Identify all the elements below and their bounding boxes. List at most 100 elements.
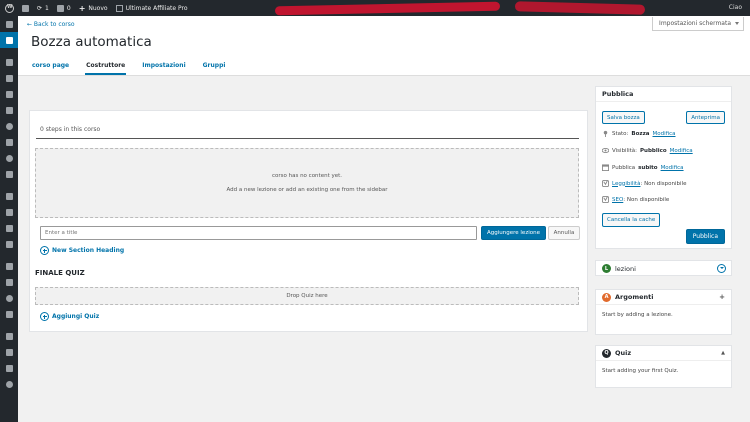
menu-item-7[interactable] — [0, 118, 18, 134]
comments-item[interactable]: 0 — [56, 4, 71, 12]
menu-users[interactable] — [0, 290, 18, 306]
quiz-dropzone[interactable]: Drop Quiz here — [35, 287, 579, 305]
comment-icon — [56, 4, 64, 12]
cancel-button[interactable]: Annulla — [548, 226, 580, 240]
menu-item-14[interactable] — [0, 236, 18, 252]
menu-appearance[interactable] — [0, 258, 18, 274]
readability-row: Leggibilità: Non disponibile — [602, 180, 686, 187]
menu-item-20[interactable] — [0, 344, 18, 360]
menu-posts[interactable] — [0, 54, 18, 70]
menu-item-9[interactable] — [0, 150, 18, 166]
collapse-icon[interactable]: ▲ — [721, 350, 725, 356]
updates-count: 1 — [45, 4, 49, 12]
menu-plugins[interactable] — [0, 274, 18, 290]
new-section-heading-button[interactable]: New Section Heading — [40, 246, 124, 255]
redaction-mark — [274, 1, 501, 16]
visibility-value: Pubblico — [640, 147, 667, 154]
readability-link[interactable]: Leggibilità — [612, 181, 640, 187]
plugin-icon — [5, 278, 13, 286]
course-tabs: corso page Costruttore Impostazioni Grup… — [31, 62, 241, 75]
pin-icon — [603, 130, 608, 137]
page-header: ← Back to corso Bozza automatica Imposta… — [18, 16, 750, 76]
publish-time-label: Pubblica — [612, 164, 636, 171]
publish-box-header[interactable]: Pubblica — [596, 87, 731, 102]
edit-visibility-link[interactable]: Modifica — [670, 148, 693, 154]
tab-builder[interactable]: Costruttore — [85, 62, 127, 75]
collapse-icon — [5, 380, 13, 388]
publish-button[interactable]: Pubblica — [685, 229, 725, 244]
menu-pages[interactable] — [0, 86, 18, 102]
status-value: Bozza — [631, 130, 650, 137]
circle-icon — [5, 122, 13, 130]
lesson-badge-icon: L — [602, 264, 611, 273]
plugin-icon — [115, 4, 123, 12]
calendar-icon — [602, 164, 609, 171]
chevron-down-icon[interactable] — [717, 264, 726, 273]
wordpress-logo-icon[interactable] — [5, 3, 14, 13]
menu-dashboard[interactable] — [0, 16, 18, 32]
lesson-title-input[interactable] — [40, 226, 477, 240]
woo-icon — [5, 192, 13, 200]
chevron-down-icon — [735, 22, 739, 25]
menu-tools[interactable] — [0, 306, 18, 322]
empty-message: corso has no content yet. — [271, 173, 343, 179]
dashboard-icon — [5, 20, 13, 28]
menu-item-13[interactable] — [0, 220, 18, 236]
tab-course-page[interactable]: corso page — [31, 62, 70, 75]
screen-options-label: Impostazioni schermata — [659, 20, 731, 27]
preview-button[interactable]: Anteprima — [686, 111, 725, 124]
lessons-box-header[interactable]: L lezioni — [596, 261, 731, 276]
topics-box-header[interactable]: A Argomenti + — [596, 290, 731, 305]
home-icon — [22, 4, 29, 12]
add-quiz-button[interactable]: Aggiungi Quiz — [40, 312, 99, 321]
steps-count: 0 steps in this corso — [40, 126, 101, 133]
menu-media[interactable] — [0, 70, 18, 86]
add-circle-icon — [40, 312, 49, 321]
menu-item-10[interactable] — [0, 166, 18, 182]
menu-collapse[interactable] — [0, 376, 18, 392]
plugin-item[interactable]: Ultimate Affiliate Pro — [115, 4, 188, 12]
edit-publish-time-link[interactable]: Modifica — [661, 165, 684, 171]
add-circle-icon — [40, 246, 49, 255]
comment-icon — [5, 106, 13, 114]
add-lesson-button[interactable]: Aggiungere lezione — [481, 226, 546, 240]
pages-icon — [5, 90, 13, 98]
screen-options-button[interactable]: Impostazioni schermata — [652, 17, 744, 31]
list-icon — [5, 138, 13, 146]
admin-bar-home[interactable] — [22, 4, 29, 12]
eye-icon — [602, 147, 609, 154]
user-greeting[interactable]: Ciao — [729, 4, 742, 11]
shield-icon — [5, 348, 13, 356]
menu-item-11[interactable] — [0, 188, 18, 204]
quiz-box-header[interactable]: Q Quiz ▲ — [596, 346, 731, 361]
publish-time-row: Pubblica subito Modifica — [602, 164, 684, 171]
quiz-box: Q Quiz ▲ Start adding your first Quiz. — [595, 345, 732, 388]
lesson-dropzone[interactable]: corso has no content yet. Add a new lezi… — [35, 148, 579, 218]
topics-box: A Argomenti + Start by adding a lezione. — [595, 289, 732, 335]
chart-icon — [5, 224, 13, 232]
settings-icon — [5, 332, 13, 340]
menu-item-8[interactable] — [0, 134, 18, 150]
menu-item-12[interactable] — [0, 204, 18, 220]
menu-courses[interactable] — [0, 32, 18, 48]
lessons-box: L lezioni — [595, 260, 732, 276]
seo-value: : Non disponibile — [623, 196, 670, 203]
expand-icon[interactable]: + — [719, 293, 725, 301]
new-item[interactable]: + Nuovo — [79, 4, 108, 13]
save-draft-button[interactable]: Salva bozza — [602, 111, 645, 124]
pin-icon — [5, 58, 13, 66]
clear-cache-button[interactable]: Cancella la cache — [602, 213, 661, 227]
seo-link[interactable]: SEO — [612, 197, 623, 203]
edit-status-link[interactable]: Modifica — [653, 131, 676, 137]
updates-item[interactable]: ⟳ 1 — [37, 5, 49, 12]
menu-comments[interactable] — [0, 102, 18, 118]
gear-icon — [5, 154, 13, 162]
plugin-label: Ultimate Affiliate Pro — [125, 4, 188, 12]
readability-value: : Non disponibile — [640, 180, 687, 187]
quiz-box-title: Quiz — [615, 349, 632, 357]
back-to-course-link[interactable]: ← Back to corso — [27, 21, 75, 28]
tab-groups[interactable]: Gruppi — [202, 62, 227, 75]
tab-settings[interactable]: Impostazioni — [141, 62, 186, 75]
menu-settings[interactable] — [0, 328, 18, 344]
menu-item-21[interactable] — [0, 360, 18, 376]
